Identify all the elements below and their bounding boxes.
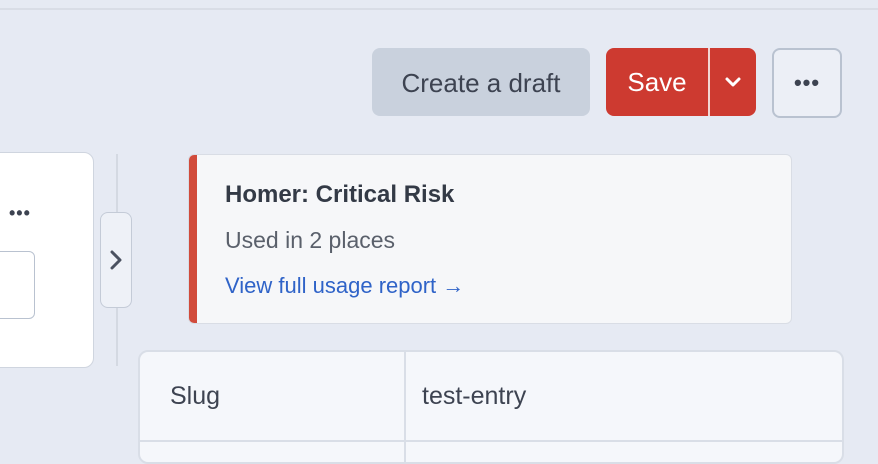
left-panel-input[interactable]: [0, 251, 35, 319]
usage-accent-bar: [189, 155, 197, 323]
ellipsis-icon: •••: [793, 70, 821, 95]
table-row-divider: [140, 440, 842, 442]
top-divider: [0, 8, 878, 10]
save-options-button[interactable]: [710, 48, 756, 116]
entry-meta-table: Slug test-entry: [138, 350, 844, 464]
left-panel-card: •••: [0, 152, 94, 368]
view-usage-report-link[interactable]: View full usage report →: [225, 273, 464, 299]
usage-count: Used in 2 places: [225, 227, 396, 253]
usage-card: Homer: Critical Risk Used in 2 places Vi…: [188, 154, 792, 324]
more-actions-button[interactable]: •••: [772, 48, 842, 118]
save-split-button: Save: [606, 48, 756, 116]
table-row-key: Slug: [170, 382, 221, 410]
table-column-divider: [404, 352, 406, 462]
chevron-right-icon: [110, 250, 122, 270]
chevron-down-icon: [725, 77, 741, 87]
create-draft-button[interactable]: Create a draft: [372, 48, 590, 116]
usage-title: Homer: Critical Risk: [225, 181, 455, 208]
sidebar-toggle-button[interactable]: [100, 212, 132, 308]
save-button[interactable]: Save: [606, 48, 708, 116]
table-row-value: test-entry: [422, 382, 527, 410]
ellipsis-icon[interactable]: •••: [9, 203, 31, 224]
